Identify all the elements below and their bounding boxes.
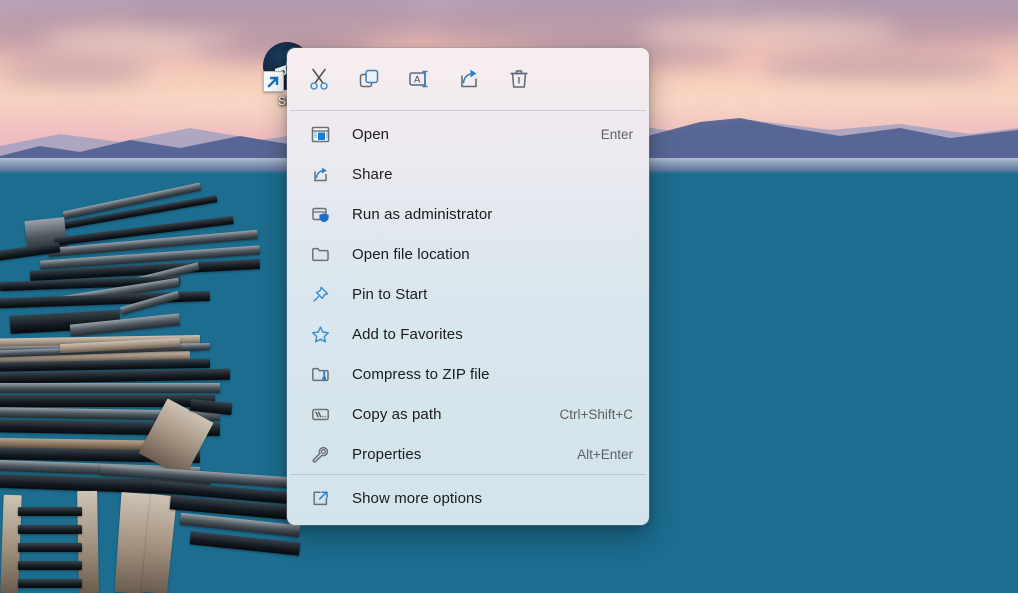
share-icon: [461, 69, 477, 88]
menu-item-shortcut: Ctrl+Shift+C: [559, 406, 633, 422]
menu-item-properties[interactable]: Properties Alt+Enter: [290, 434, 646, 474]
menu-item-label: Open file location: [352, 245, 470, 263]
cloud: [0, 62, 150, 84]
desktop[interactable]: Ste A: [0, 0, 1018, 593]
more-options-icon: [310, 488, 330, 508]
trash-icon: [510, 70, 528, 88]
scissors-icon: [310, 68, 328, 90]
folder-icon: [310, 244, 330, 264]
menu-item-label: Copy as path: [352, 405, 442, 423]
menu-item-open[interactable]: Open Enter: [290, 114, 646, 154]
path-icon: [310, 404, 330, 424]
menu-item-copy-as-path[interactable]: Copy as path Ctrl+Shift+C: [290, 394, 646, 434]
menu-item-label: Pin to Start: [352, 285, 428, 303]
menu-item-shortcut: Alt+Enter: [577, 446, 633, 462]
menu-item-add-to-favorites[interactable]: Add to Favorites: [290, 314, 646, 354]
rename-button[interactable]: A: [395, 59, 443, 99]
rename-icon: A: [409, 70, 428, 88]
open-window-icon: [310, 124, 330, 144]
copy-button[interactable]: [345, 59, 393, 99]
share-button[interactable]: [445, 59, 493, 99]
menu-item-label: Share: [352, 165, 393, 183]
svg-text:A: A: [414, 74, 421, 85]
context-menu-footer-items: Show more options: [287, 475, 649, 525]
menu-item-label: Run as administrator: [352, 205, 493, 223]
share-box-icon: [310, 164, 330, 184]
menu-item-label: Show more options: [352, 489, 483, 507]
shield-window-icon: [310, 204, 330, 224]
menu-item-label: Properties: [352, 445, 422, 463]
menu-item-show-more-options[interactable]: Show more options: [290, 478, 646, 518]
menu-item-shortcut: Enter: [600, 126, 633, 142]
menu-item-run-as-administrator[interactable]: Run as administrator: [290, 194, 646, 234]
pin-icon: [310, 284, 330, 304]
menu-item-share[interactable]: Share: [290, 154, 646, 194]
zip-folder-icon: [310, 364, 330, 384]
cloud: [760, 56, 1000, 80]
star-icon: [310, 324, 330, 344]
cut-button[interactable]: [295, 59, 343, 99]
shortcut-arrow-icon: [263, 71, 284, 92]
context-menu-toolbar: A: [287, 48, 649, 110]
menu-item-pin-to-start[interactable]: Pin to Start: [290, 274, 646, 314]
context-menu[interactable]: A Open Enter Share Run as administrator …: [287, 48, 649, 525]
pier: [0, 182, 311, 593]
context-menu-items: Open Enter Share Run as administrator Op…: [287, 111, 649, 474]
menu-item-open-file-location[interactable]: Open file location: [290, 234, 646, 274]
menu-item-compress-to-zip-file[interactable]: Compress to ZIP file: [290, 354, 646, 394]
menu-item-label: Add to Favorites: [352, 325, 463, 343]
menu-item-label: Compress to ZIP file: [352, 365, 490, 383]
copy-icon: [359, 69, 379, 88]
cloud: [640, 18, 900, 48]
delete-button[interactable]: [495, 59, 543, 99]
menu-item-label: Open: [352, 125, 390, 143]
wrench-icon: [310, 444, 330, 464]
